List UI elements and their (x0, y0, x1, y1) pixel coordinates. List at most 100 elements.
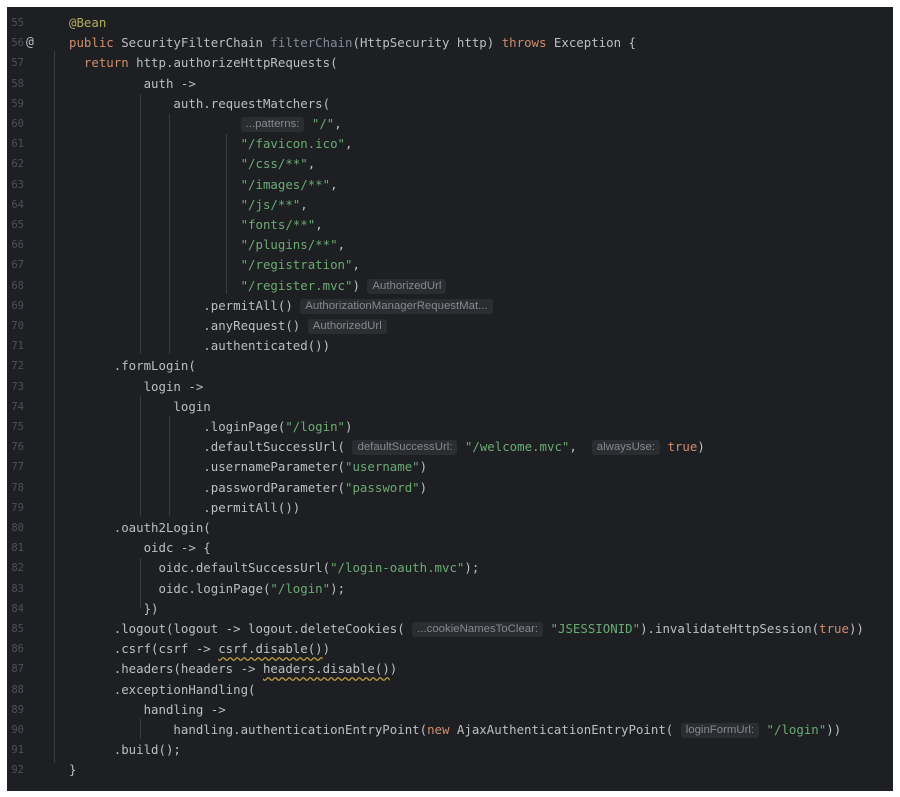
code-line[interactable]: }) (69, 599, 159, 619)
code-line[interactable]: .csrf(csrf -> csrf.disable()) (69, 639, 330, 659)
parameter-hint: ...cookieNamesToClear: (412, 622, 544, 637)
code-text: , (330, 176, 338, 192)
code-line[interactable]: .build(); (69, 740, 181, 760)
code-text: .authenticated()) (69, 338, 331, 354)
indent-guide (54, 51, 55, 763)
code-line[interactable]: .permitAll() AuthorizationManagerRequest… (69, 296, 493, 316)
code-text: handling.authenticationEntryPoint( (69, 722, 428, 737)
code-line[interactable]: "/plugins/**", (69, 235, 345, 255)
parameter-hint: AuthorizedUrl (367, 278, 447, 294)
code-text: .defaultSuccessUrl( (69, 439, 353, 455)
code-line[interactable]: .permitAll()) (69, 498, 300, 518)
top-edge (7, 7, 893, 11)
code-line[interactable]: "fonts/**", (69, 215, 323, 235)
code-text: SecurityFilterChain (121, 35, 271, 51)
code-text: .usernameParameter( (69, 459, 346, 475)
code-text: ) (389, 661, 398, 677)
keyword: public (69, 35, 122, 51)
code-text: , (337, 237, 346, 253)
code-text: .logout(logout -> logout.deleteCookies( (69, 621, 413, 636)
code-text: .anyRequest() (69, 318, 308, 333)
code-line[interactable]: } (69, 760, 76, 780)
code-line[interactable]: oidc -> { (69, 538, 211, 558)
code-line[interactable]: @Bean (69, 13, 106, 33)
code-line[interactable]: public SecurityFilterChain filterChain(H… (69, 33, 636, 53)
code-line[interactable]: .anyRequest() AuthorizedUrl (69, 316, 387, 336)
string-literal: "/registration" (240, 257, 353, 273)
code-line[interactable]: oidc.defaultSuccessUrl("/login-oauth.mvc… (69, 558, 480, 578)
parameter-hint: loginFormUrl: (680, 723, 760, 738)
string-literal: "username" (345, 459, 420, 475)
code-line[interactable]: .usernameParameter("username") (69, 457, 427, 477)
string-literal: "/login" (766, 722, 827, 737)
code-text: oidc -> { (69, 540, 211, 556)
string-literal: "/css/**" (240, 156, 308, 172)
keyword: true (667, 439, 698, 455)
code-line[interactable]: "/register.mvc") AuthorizedUrl (69, 276, 447, 296)
method-name: filterChain (270, 35, 353, 51)
code-line[interactable]: "/registration", (69, 255, 360, 275)
code-line[interactable]: "/images/**", (69, 175, 338, 195)
code-text: .headers(headers -> (69, 661, 263, 677)
code-line[interactable]: .defaultSuccessUrl( defaultSuccessUrl: "… (69, 437, 705, 457)
code-text: AjaxAuthenticationEntryPoint( (456, 722, 681, 737)
code-line[interactable]: handling.authenticationEntryPoint(new Aj… (69, 720, 841, 740)
code-line[interactable]: login -> (69, 377, 204, 397)
code-line[interactable]: .logout(logout -> logout.deleteCookies( … (69, 619, 864, 639)
code-text: , (300, 196, 308, 212)
code-text: handling -> (69, 701, 226, 717)
code-text: login -> (69, 378, 204, 394)
code-text: oidc.loginPage( (69, 580, 271, 596)
code-text: .oauth2Login( (69, 520, 211, 535)
code-text: Exception { (553, 35, 636, 51)
code-line[interactable]: login (69, 397, 210, 417)
string-literal: "fonts/**" (240, 217, 316, 232)
code-line[interactable]: return http.authorizeHttpRequests( (69, 53, 338, 73)
code-line[interactable]: auth.requestMatchers( (69, 94, 330, 114)
warning-code: headers.disable() (262, 661, 390, 677)
code-text: ) (419, 479, 428, 495)
parameter-hint: ...patterns: (240, 117, 305, 132)
parameter-hint: AuthorizationManagerRequestMat... (300, 298, 493, 314)
code-text: ) (352, 277, 368, 293)
code-text: , (334, 116, 342, 131)
code-text: auth.requestMatchers( (69, 95, 331, 111)
code-line[interactable]: .headers(headers -> headers.disable()) (69, 659, 398, 679)
code-line[interactable]: "/favicon.ico", (69, 134, 353, 154)
string-literal: "/register.mvc" (240, 277, 353, 293)
code-area[interactable]: @Bean public SecurityFilterChain filterCh… (7, 7, 893, 791)
code-line[interactable]: .loginPage("/login") (69, 417, 353, 437)
keyword: throws (501, 35, 554, 51)
keyword: new (427, 722, 457, 737)
code-text: http.authorizeHttpRequests( (136, 55, 338, 71)
code-line[interactable]: "/js/**", (69, 195, 308, 215)
string-literal: "/welcome.mvc" (464, 439, 570, 455)
code-line[interactable]: ...patterns: "/", (69, 114, 342, 134)
string-literal: "/login-oauth.mvc" (330, 560, 465, 576)
code-text: ); (330, 580, 346, 596)
code-line[interactable]: auth -> (69, 74, 196, 94)
code-text: , (315, 217, 323, 232)
code-line[interactable]: handling -> (69, 700, 226, 720)
code-text: ) (697, 439, 705, 455)
code-editor[interactable]: 55 56 @57 58 59 60 61 62 63 64 65 66 67 68 69 70 71 72 73 7… (7, 7, 893, 791)
code-line[interactable]: .formLogin( (69, 356, 196, 376)
code-line[interactable]: .passwordParameter("password") (69, 478, 427, 498)
code-text: ) (345, 419, 353, 434)
code-line[interactable]: .oauth2Login( (69, 518, 211, 538)
code-line[interactable]: .exceptionHandling( (69, 680, 256, 700)
code-line[interactable]: "/css/**", (69, 154, 316, 174)
code-line[interactable]: .authenticated()) (69, 336, 330, 356)
code-text: )) (848, 621, 864, 636)
string-literal: "/" (311, 116, 335, 131)
code-line[interactable]: oidc.loginPage("/login"); (69, 579, 346, 599)
string-literal: "JSESSIONID" (550, 621, 641, 636)
code-text: , (307, 156, 316, 172)
parameter-hint: AuthorizedUrl (307, 319, 387, 334)
